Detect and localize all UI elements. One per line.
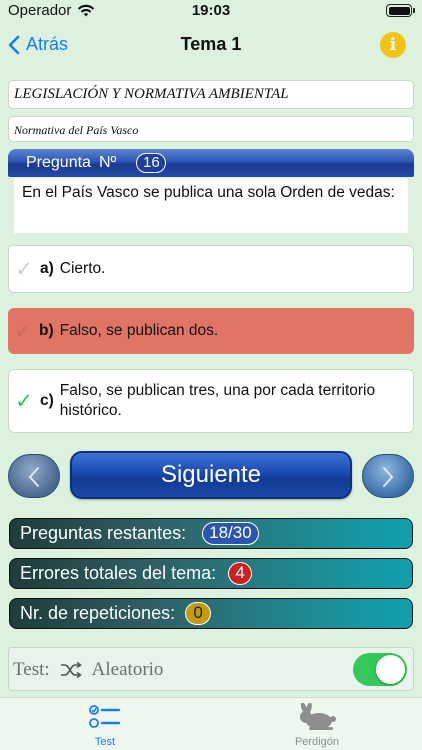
tab-label: Perdigón [294,736,340,748]
chevron-right-icon [383,467,394,487]
answer-letter: a) [40,260,54,277]
stat-label: Preguntas restantes: [20,523,187,543]
remaining-count-badge: 18/30 [202,522,259,545]
tab-label: Test [94,736,116,748]
tab-test[interactable]: Test [55,702,155,748]
answer-option-a[interactable]: ✓ a) Cierto. [8,245,414,293]
answer-text: Falso, se publican tres, una por cada te… [59,382,376,419]
repetitions-count-badge: 0 [185,602,212,625]
chevron-left-icon [28,467,39,487]
answer-letter: b) [39,322,54,339]
navigation-bar: Atrás Tema 1 i [0,28,422,64]
answer-text: Cierto. [59,260,106,277]
question-header: Pregunta Nº 16 [8,149,414,177]
stat-label: Nr. de repeticiones: [20,603,176,623]
errors-count-badge: 4 [228,562,253,585]
random-mode-toggle[interactable] [353,653,407,686]
check-icon: ✓ [14,319,32,343]
shuffle-icon [60,662,82,678]
test-label: Test: [13,659,50,680]
toggle-knob [376,655,405,684]
next-button[interactable] [362,454,414,498]
tab-perdigon[interactable]: Perdigón [267,702,367,748]
list-checklist-icon [89,705,121,728]
status-bar: Operador 19:03 [0,0,422,24]
previous-button[interactable] [8,454,60,498]
test-mode-value: Aleatorio [91,659,164,680]
status-time: 19:03 [191,2,231,19]
info-button[interactable]: i [380,32,406,58]
answer-option-c[interactable]: ✓ c) Falso, se publican tres, una por ca… [8,369,414,433]
answer-letter: c) [40,392,54,409]
total-errors-stat: Errores totales del tema: 4 [9,558,413,589]
question-header-label: Pregunta [26,154,91,171]
test-mode-row: Test: Aleatorio [8,647,414,691]
page-title: Tema 1 [180,34,242,54]
answer-option-b[interactable]: ✓ b) Falso, se publican dos. [8,308,414,354]
stat-label: Errores totales del tema: [20,563,217,583]
question-number-symbol: Nº [98,154,117,171]
check-icon: ✓ [15,257,33,281]
law-subtitle: Normativa del País Vasco [8,116,414,142]
remaining-questions-stat: Preguntas restantes: 18/30 [9,518,413,549]
question-number-badge: 16 [136,153,167,173]
battery-icon [386,4,415,17]
info-icon: i [389,35,397,55]
rabbit-icon [300,703,336,730]
tab-bar: Test Perdigón [0,697,422,750]
answer-text: Falso, se publican dos. [59,322,219,339]
next-question-button[interactable]: Siguiente [70,451,352,499]
test-mode-label: Test: Aleatorio [13,659,163,681]
law-title: LEGISLACIÓN Y NORMATIVA AMBIENTAL [8,80,414,109]
check-icon: ✓ [15,389,33,413]
question-text: En el País Vasco se publica una sola Ord… [14,178,408,233]
repetitions-stat: Nr. de repeticiones: 0 [9,598,413,629]
